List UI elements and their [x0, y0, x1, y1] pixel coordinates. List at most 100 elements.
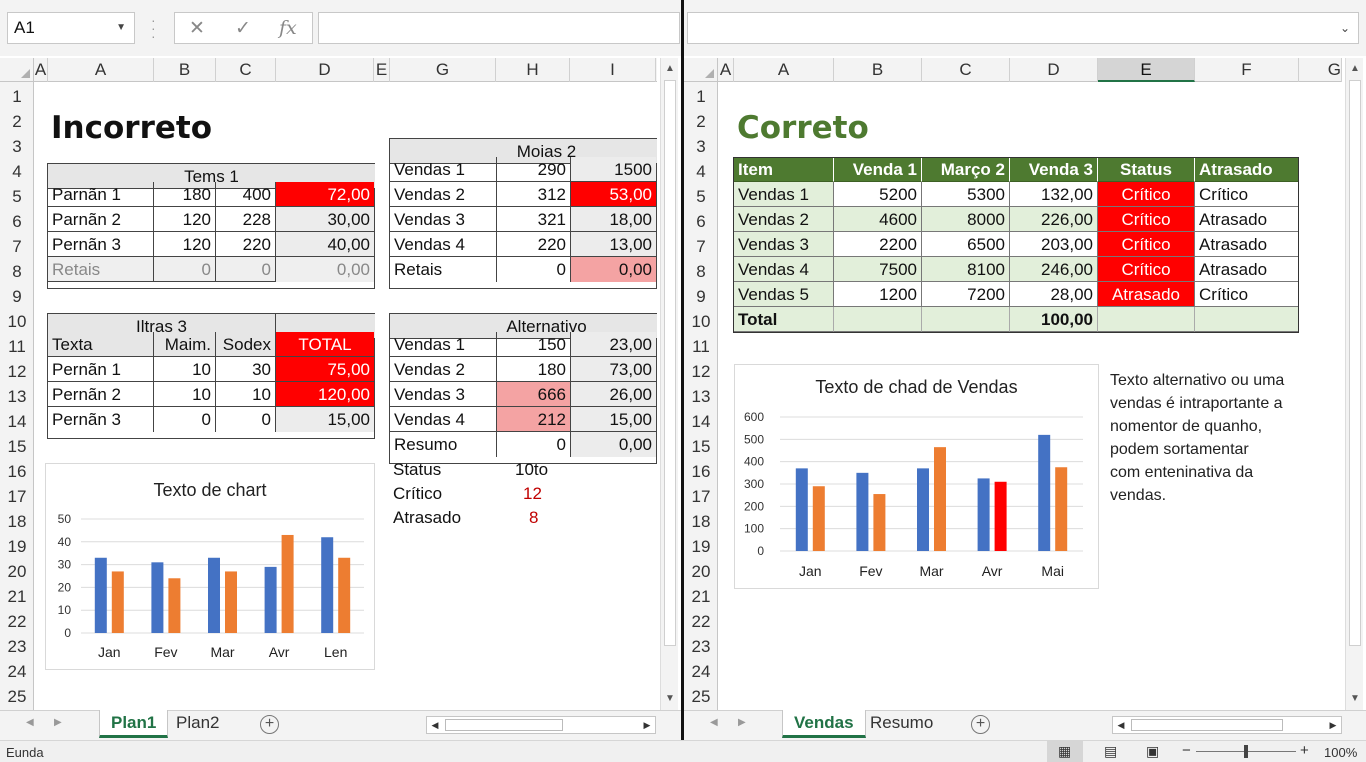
table-cell[interactable]: 73,00: [571, 357, 656, 382]
row-header[interactable]: 24: [684, 659, 718, 684]
table-cell[interactable]: 0: [216, 257, 276, 282]
row-header[interactable]: 12: [684, 359, 718, 384]
row-header[interactable]: 7: [684, 234, 718, 259]
col-header[interactable]: E: [374, 58, 390, 82]
table-cell[interactable]: 5200: [834, 182, 922, 207]
table-cell[interactable]: 30,00: [276, 207, 374, 232]
row-header[interactable]: 19: [0, 534, 34, 559]
table-cell[interactable]: Resumo: [390, 432, 497, 457]
table-cell[interactable]: Crítico: [1195, 182, 1299, 207]
row-header[interactable]: 3: [0, 134, 34, 159]
column-header[interactable]: Março 2: [922, 157, 1010, 182]
cancel-icon[interactable]: ✕: [189, 17, 205, 40]
table-cell[interactable]: 120: [154, 207, 216, 232]
row-header[interactable]: 10: [684, 309, 718, 334]
add-sheet-icon[interactable]: +: [260, 715, 279, 734]
column-header[interactable]: Texta: [48, 332, 154, 357]
table-cell[interactable]: 72,00: [276, 182, 374, 207]
table-cell[interactable]: 0,00: [571, 432, 656, 457]
table-cell[interactable]: Atrasado: [1195, 207, 1299, 232]
bar[interactable]: [94, 557, 107, 633]
row-header[interactable]: 11: [0, 334, 34, 359]
scroll-up-icon[interactable]: ▲: [1346, 60, 1364, 78]
table-cell[interactable]: Vendas 1: [734, 182, 834, 207]
table-cell[interactable]: 1200: [834, 282, 922, 307]
bar[interactable]: [977, 478, 990, 551]
bar[interactable]: [151, 562, 164, 633]
zoom-slider-thumb[interactable]: [1244, 745, 1248, 758]
bar[interactable]: [225, 571, 237, 633]
table-cell[interactable]: Vendas 1: [390, 332, 497, 357]
col-header[interactable]: C: [216, 58, 276, 82]
table-cell[interactable]: Vendas 2: [390, 357, 497, 382]
table-cell[interactable]: Atrasado: [1098, 282, 1195, 307]
table-cell[interactable]: 1500: [571, 157, 656, 182]
table-cell[interactable]: 7200: [922, 282, 1010, 307]
row-header[interactable]: 14: [0, 409, 34, 434]
table-cell[interactable]: 0: [216, 407, 276, 432]
row-header[interactable]: 9: [0, 284, 34, 309]
table-cell[interactable]: Vendas 5: [734, 282, 834, 307]
table-cell[interactable]: [1195, 307, 1299, 332]
col-header-selected[interactable]: E: [1098, 58, 1195, 82]
select-all-corner[interactable]: [684, 58, 718, 82]
tab-next-icon[interactable]: ▶: [738, 717, 746, 728]
bar[interactable]: [812, 486, 825, 551]
table-cell[interactable]: 0: [497, 257, 571, 282]
table-cell[interactable]: Crítico: [1195, 282, 1299, 307]
table-cell[interactable]: Parnãn 1: [48, 182, 154, 207]
column-header[interactable]: Item: [734, 157, 834, 182]
col-header[interactable]: A: [734, 58, 834, 82]
scroll-thumb[interactable]: [664, 80, 676, 646]
table-cell[interactable]: 10: [154, 357, 216, 382]
page-break-icon[interactable]: ▣: [1146, 743, 1159, 760]
fx-icon[interactable]: fx: [279, 17, 297, 39]
bar[interactable]: [321, 537, 334, 633]
row-header[interactable]: 21: [684, 584, 718, 609]
table-cell[interactable]: Vendas 3: [390, 382, 497, 407]
table-cell[interactable]: 132,00: [1010, 182, 1098, 207]
table-cell[interactable]: Vendas 2: [734, 207, 834, 232]
row-header[interactable]: 6: [0, 209, 34, 234]
row-header[interactable]: 21: [0, 584, 34, 609]
table-cell[interactable]: 40,00: [276, 232, 374, 257]
col-header[interactable]: B: [834, 58, 922, 82]
table-cell[interactable]: 23,00: [571, 332, 656, 357]
row-header[interactable]: 20: [684, 559, 718, 584]
chart-right[interactable]: Texto de chad de Vendas 0 100 200 300 400 500…: [734, 364, 1099, 589]
table-cell[interactable]: 220: [497, 232, 571, 257]
table-cell[interactable]: 6500: [922, 232, 1010, 257]
table-cell[interactable]: [1098, 307, 1195, 332]
formula-input-left[interactable]: [318, 12, 680, 44]
row-header[interactable]: 13: [0, 384, 34, 409]
table-cell[interactable]: 0,00: [276, 257, 374, 282]
table-cell[interactable]: 0: [497, 432, 571, 457]
bar[interactable]: [1055, 467, 1068, 551]
tab-resumo[interactable]: Resumo: [859, 710, 944, 738]
bar[interactable]: [994, 481, 1007, 551]
vertical-scrollbar-left[interactable]: ▲ ▼: [660, 58, 678, 710]
scroll-down-icon[interactable]: ▼: [661, 690, 679, 708]
row-header[interactable]: 25: [0, 684, 34, 709]
scroll-left-icon[interactable]: ◀: [1113, 717, 1129, 733]
row-header[interactable]: 15: [684, 434, 718, 459]
row-header[interactable]: 4: [0, 159, 34, 184]
tab-prev-icon[interactable]: ◀: [26, 717, 34, 728]
table-cell[interactable]: 15,00: [571, 407, 656, 432]
column-header[interactable]: Sodex: [216, 332, 276, 357]
row-header[interactable]: 23: [684, 634, 718, 659]
table-cell[interactable]: 246,00: [1010, 257, 1098, 282]
table-cell[interactable]: 26,00: [571, 382, 656, 407]
table-cell[interactable]: 220: [216, 232, 276, 257]
tab-plan2[interactable]: Plan2: [165, 710, 230, 738]
col-header[interactable]: D: [276, 58, 374, 82]
bar[interactable]: [208, 557, 220, 633]
row-header[interactable]: 20: [0, 559, 34, 584]
column-header[interactable]: Maim.: [154, 332, 216, 357]
table-cell[interactable]: Vendas 3: [734, 232, 834, 257]
table-cell[interactable]: 10: [216, 382, 276, 407]
table-cell[interactable]: Crítico: [1098, 207, 1195, 232]
table-cell[interactable]: [834, 307, 922, 332]
add-sheet-icon[interactable]: +: [971, 715, 990, 734]
table-cell[interactable]: [922, 307, 1010, 332]
